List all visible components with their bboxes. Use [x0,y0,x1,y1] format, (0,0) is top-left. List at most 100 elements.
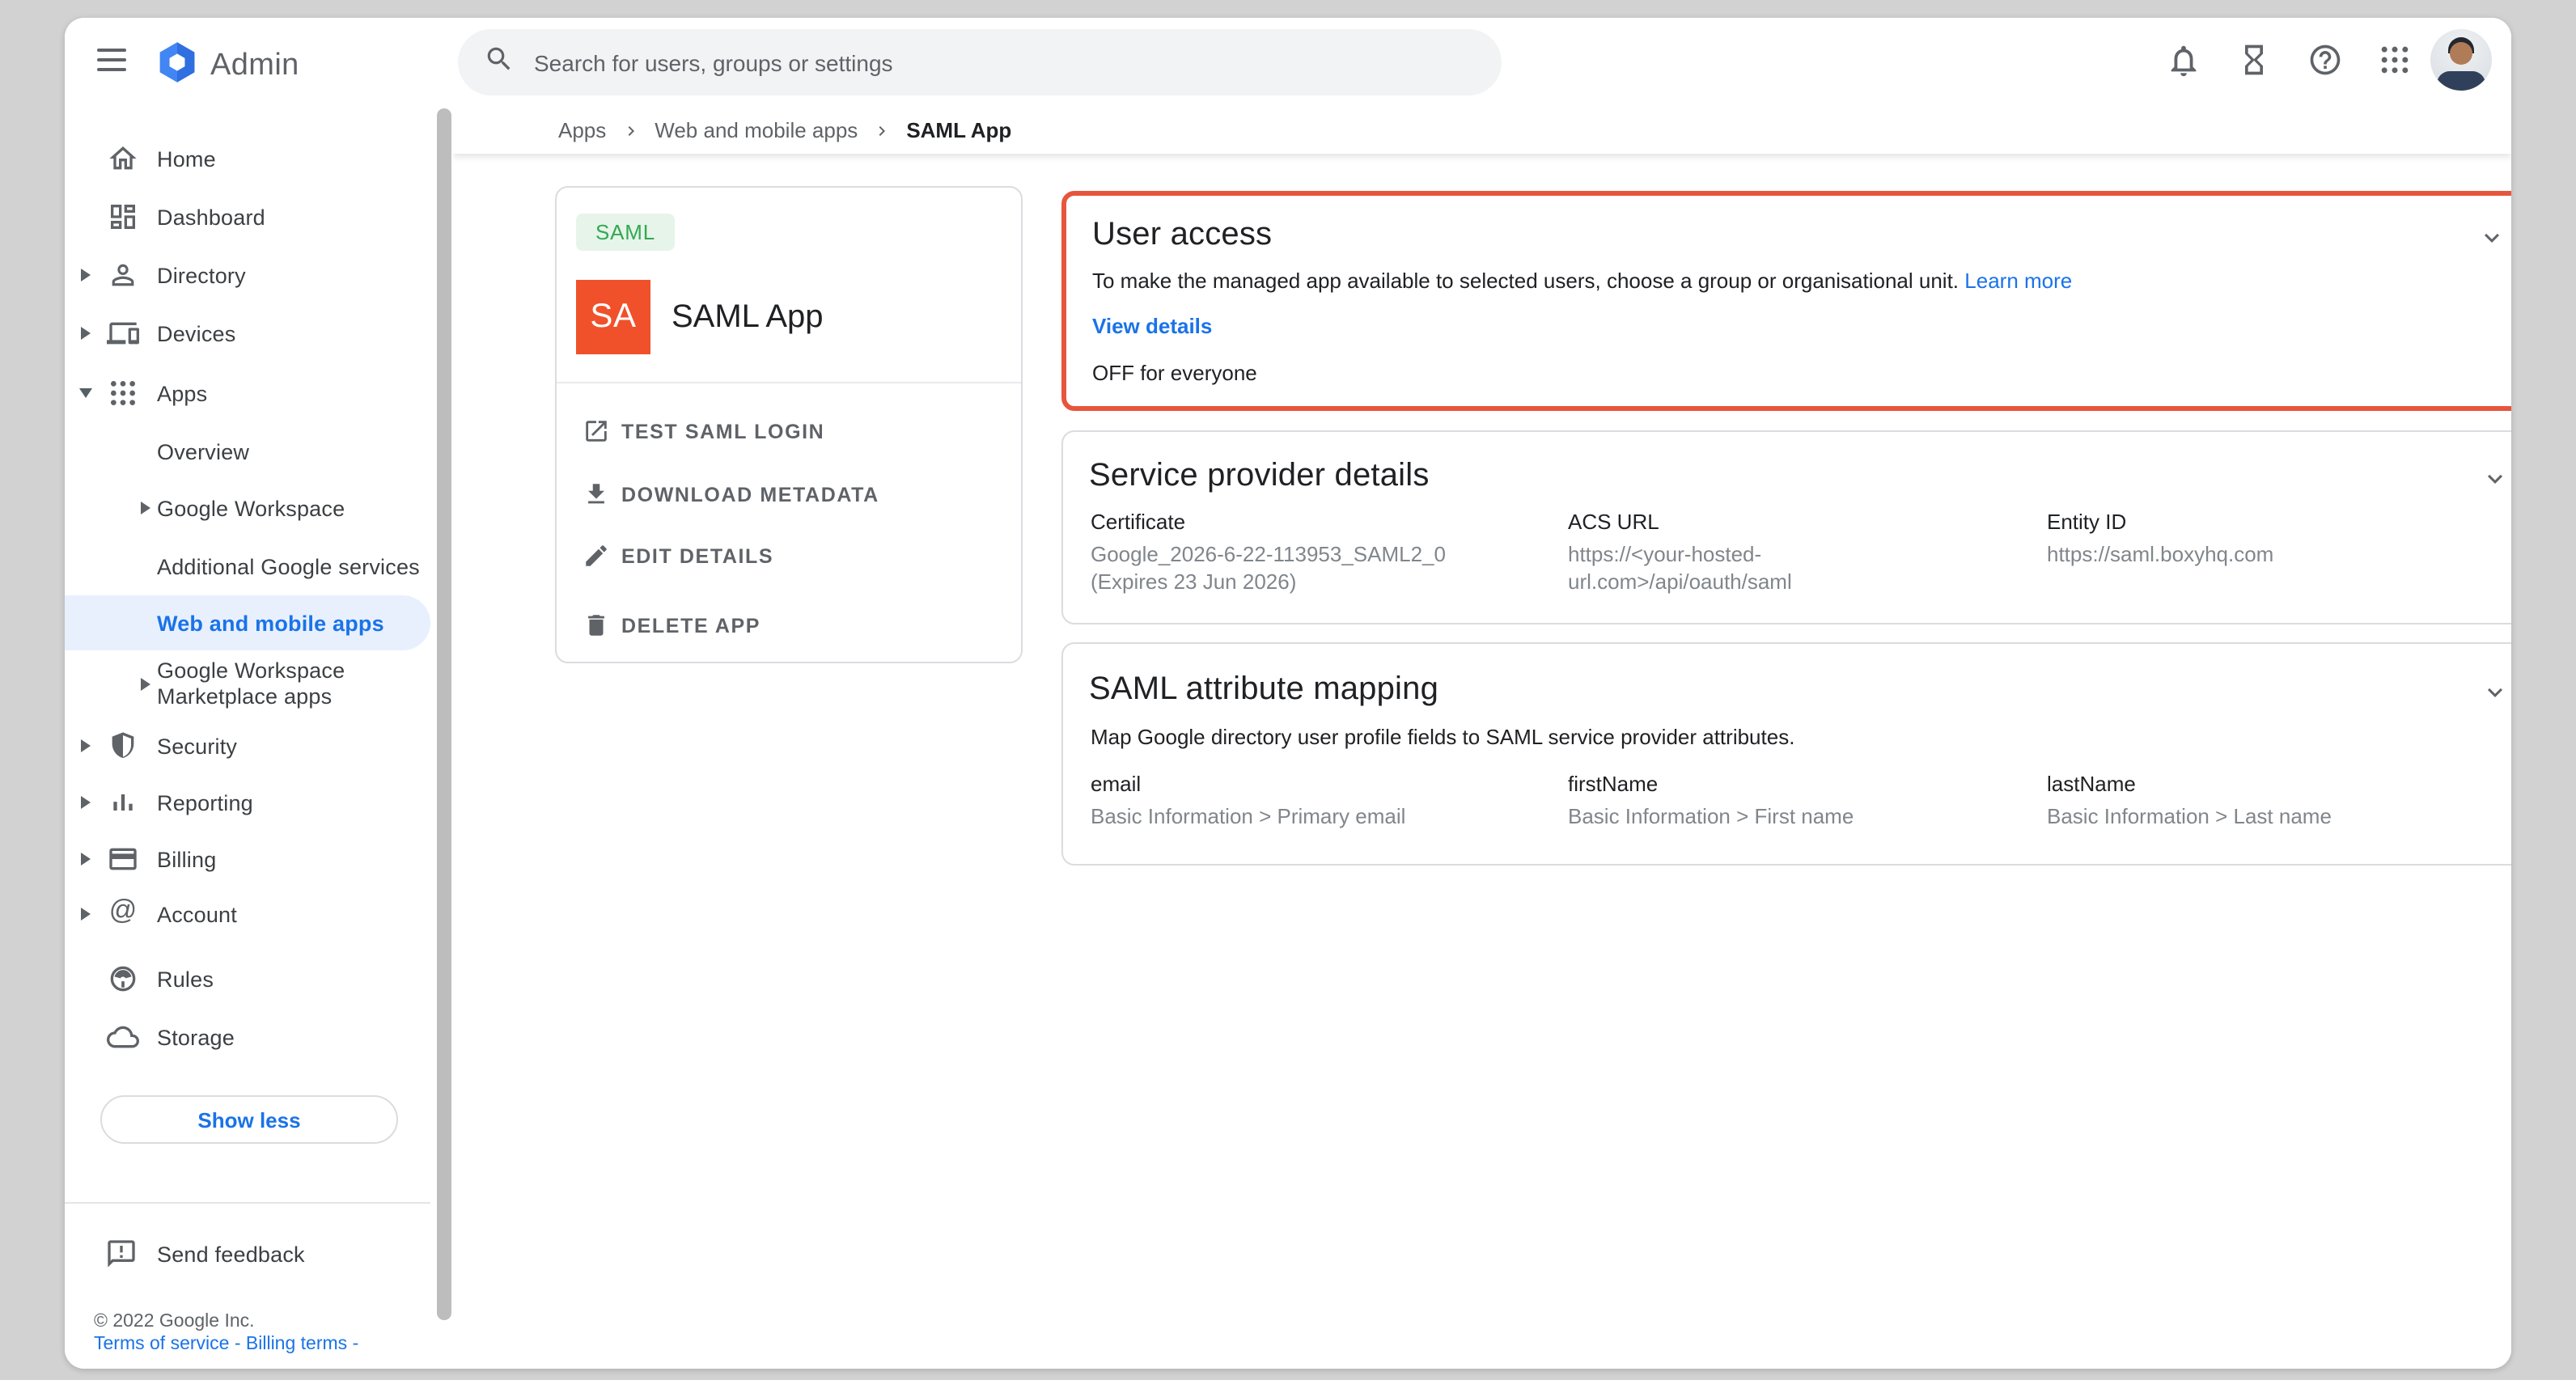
caret-down-icon [79,388,92,398]
edit-pencil-icon [583,542,610,569]
dashboard-icon [107,201,139,233]
at-sign-icon: @ [107,895,139,927]
app-grid-icon[interactable] [2377,42,2416,81]
divider [557,382,1021,383]
certificate-field: Certificate Google_2026-6-22-113953_SAML… [1091,510,1547,595]
search-input[interactable] [531,48,1379,77]
notifications-bell-icon[interactable] [2165,42,2204,81]
mapping-description: Map Google directory user profile fields… [1091,725,1794,749]
help-icon[interactable] [2307,42,2346,81]
bar-chart-icon [107,786,139,819]
chevron-right-icon [621,121,640,140]
user-access-description: To make the managed app available to sel… [1092,269,2072,293]
app-summary-card: SAML SA SAML App TEST SAML LOGIN DOWNLOA… [555,186,1023,663]
view-details-link[interactable]: View details [1092,314,1212,338]
sidebar-item-security[interactable]: Security [65,717,430,775]
admin-hexagon-icon [155,39,199,94]
caret-right-icon [81,908,91,921]
entity-id-field: Entity ID https://saml.boxyhq.com [2047,510,2503,569]
sidebar-item-web-and-mobile-apps[interactable]: Web and mobile apps [65,595,430,650]
test-saml-login-button[interactable]: TEST SAML LOGIN [557,411,1021,453]
breadcrumb-web-and-mobile-apps[interactable]: Web and mobile apps [655,118,858,142]
delete-app-button[interactable]: DELETE APP [557,605,1021,647]
navigation-sidebar: Home Dashboard Directory Devices Apps [65,107,453,1369]
edit-details-button[interactable]: EDIT DETAILS [557,535,1021,578]
terms-of-service-link[interactable]: Terms of service [94,1335,229,1354]
search-icon [484,43,515,82]
avatar-face [2450,42,2472,65]
sidebar-footer: © 2022 Google Inc. Terms of service - Bi… [94,1310,358,1356]
send-feedback-button[interactable]: Send feedback [65,1225,430,1283]
caret-right-icon [81,796,91,809]
sidebar-item-devices[interactable]: Devices [65,304,430,362]
sidebar-item-storage[interactable]: Storage [65,1008,430,1066]
sidebar-scrollbar[interactable] [437,108,451,1320]
saml-badge: SAML [576,214,675,251]
saml-attribute-mapping-card: SAML attribute mapping Map Google direct… [1061,642,2511,866]
caret-right-icon [81,327,91,340]
sidebar-item-account[interactable]: @ Account [65,885,430,943]
mapping-email: email Basic Information > Primary email [1091,772,1547,831]
copyright: © 2022 Google Inc. [94,1310,358,1333]
user-access-card: User access To make the managed app avai… [1061,191,2511,411]
breadcrumb-saml-app: SAML App [906,118,1011,142]
avatar-shirt [2437,71,2485,91]
chevron-down-icon[interactable] [2481,678,2510,707]
card-title: Service provider details [1089,458,1430,495]
chevron-down-icon[interactable] [2481,464,2510,493]
google-admin-logo[interactable]: Admin [155,39,299,94]
sidebar-item-apps[interactable]: Apps [65,364,430,422]
card-title: User access [1092,217,1272,254]
service-provider-details-card: Service provider details Certificate Goo… [1061,430,2511,624]
sidebar-item-home[interactable]: Home [65,129,430,188]
open-in-new-icon [583,417,610,445]
apps-grid-icon [107,377,139,409]
admin-console-window: Admin [65,18,2511,1369]
tasks-hourglass-icon[interactable] [2236,42,2275,81]
feedback-icon [105,1238,138,1270]
delete-trash-icon [583,612,610,639]
show-less-button[interactable]: Show less [100,1095,398,1144]
page: Admin [0,0,2576,1380]
chevron-down-icon[interactable] [2477,223,2506,252]
product-name: Admin [210,49,299,84]
download-metadata-button[interactable]: DOWNLOAD METADATA [557,474,1021,516]
search-bar[interactable] [458,29,1502,95]
menu-icon[interactable] [97,49,126,71]
sidebar-item-google-workspace[interactable]: Google Workspace [65,479,430,537]
download-icon [583,480,610,508]
sidebar-divider [65,1202,430,1204]
shield-icon [107,730,139,762]
devices-icon [107,317,139,349]
credit-card-icon [107,843,139,875]
caret-right-icon [81,269,91,282]
caret-right-icon [141,678,150,691]
main-area: Apps Web and mobile apps SAML App SAML S… [453,107,2511,1369]
sidebar-item-additional-google-services[interactable]: Additional Google services [65,537,430,595]
sidebar-item-dashboard[interactable]: Dashboard [65,188,430,246]
sidebar-item-rules[interactable]: Rules [65,950,430,1008]
chevron-right-icon [872,121,892,140]
breadcrumb-apps[interactable]: Apps [558,118,606,142]
caret-right-icon [81,853,91,866]
sidebar-item-billing[interactable]: Billing [65,830,430,888]
cloud-icon [107,1021,139,1053]
sidebar-item-overview[interactable]: Overview [65,422,430,480]
breadcrumb: Apps Web and mobile apps SAML App [453,107,2511,154]
directory-person-icon [107,259,139,291]
acs-url-field: ACS URL https://<your-hosted- url.com>/a… [1568,510,2024,595]
billing-terms-link[interactable]: Billing terms [246,1335,347,1354]
mapping-firstname: firstName Basic Information > First name [1568,772,2024,831]
home-icon [107,142,139,175]
sidebar-item-directory[interactable]: Directory [65,246,430,304]
app-initials-avatar: SA [576,280,650,354]
app-name: SAML App [672,280,824,354]
caret-right-icon [141,502,150,514]
account-avatar[interactable] [2430,29,2492,91]
content: SAML SA SAML App TEST SAML LOGIN DOWNLOA… [453,154,2511,1369]
steering-wheel-icon [107,963,139,995]
sidebar-item-reporting[interactable]: Reporting [65,773,430,832]
learn-more-link[interactable]: Learn more [1964,269,2072,293]
top-app-bar: Admin [65,18,2511,107]
sidebar-item-marketplace-apps[interactable]: Google Workspace Marketplace apps [65,647,430,722]
